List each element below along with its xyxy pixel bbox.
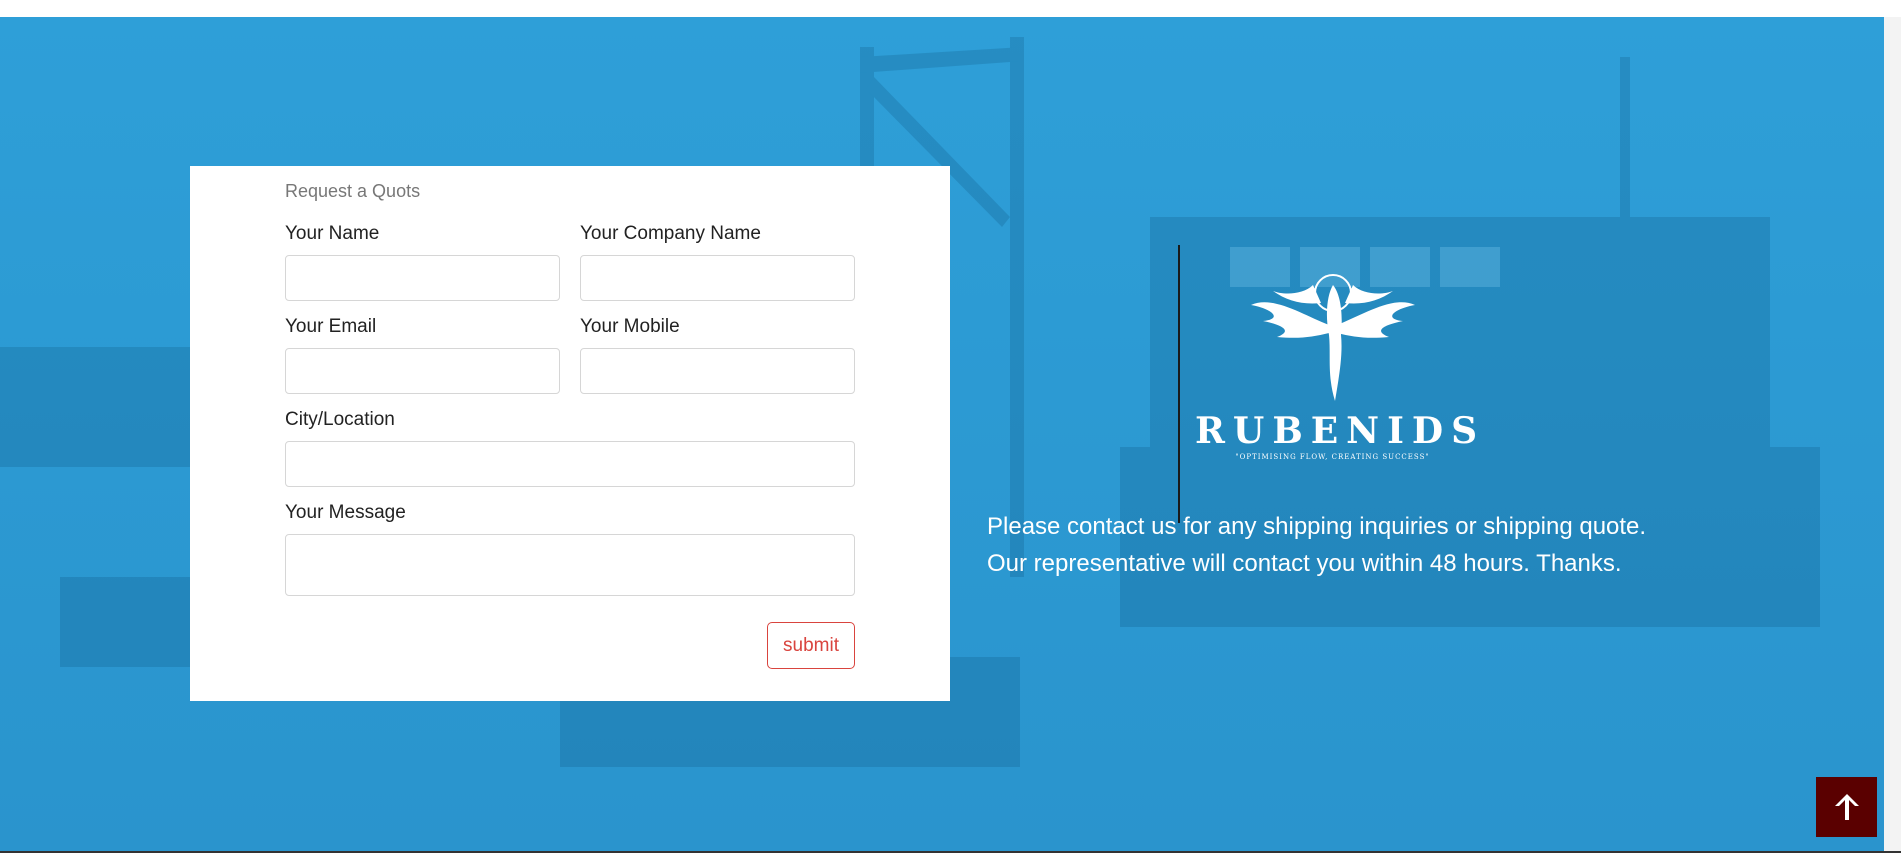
brand-logo: RUBENIDS "OPTIMISING FLOW, CREATING SUCC… xyxy=(1195,265,1486,475)
message-label: Your Message xyxy=(285,502,406,523)
form-row-name-company: Your Name Your Company Name xyxy=(285,222,855,301)
city-label: City/Location xyxy=(285,409,395,430)
name-label: Your Name xyxy=(285,223,380,244)
city-field-group: City/Location xyxy=(285,408,855,487)
company-input[interactable] xyxy=(580,255,855,301)
company-field-group: Your Company Name xyxy=(580,222,855,301)
form-row-city: City/Location xyxy=(285,408,855,487)
message-field-group: Your Message xyxy=(285,501,855,596)
email-field-group: Your Email xyxy=(285,315,560,394)
top-strip xyxy=(0,0,1901,17)
winged-phoenix-icon xyxy=(1250,274,1415,401)
arrow-up-icon xyxy=(1834,794,1859,820)
quote-form: Request a Quots Your Name Your Company N… xyxy=(285,180,855,669)
name-field-group: Your Name xyxy=(285,222,560,301)
scroll-to-top-button[interactable] xyxy=(1816,777,1877,837)
mobile-field-group: Your Mobile xyxy=(580,315,855,394)
contact-message: Please contact us for any shipping inqui… xyxy=(987,513,1647,577)
message-textarea[interactable] xyxy=(285,534,855,596)
bottom-strip xyxy=(0,851,1901,867)
company-label: Your Company Name xyxy=(580,223,761,244)
mobile-label: Your Mobile xyxy=(580,316,680,337)
form-row-email-mobile: Your Email Your Mobile xyxy=(285,315,855,394)
email-label: Your Email xyxy=(285,316,377,337)
form-row-message: Your Message xyxy=(285,501,855,596)
vertical-divider xyxy=(1178,245,1180,523)
brand-name: RUBENIDS xyxy=(1195,410,1486,452)
form-heading: Request a Quots xyxy=(285,181,421,201)
brand-tagline: "OPTIMISING FLOW, CREATING SUCCESS" xyxy=(1235,453,1430,461)
scrollbar-track[interactable] xyxy=(1884,17,1901,851)
quote-form-card: Request a Quots Your Name Your Company N… xyxy=(190,166,950,701)
name-input[interactable] xyxy=(285,255,560,301)
submit-wrap: submit xyxy=(285,622,855,669)
mobile-input[interactable] xyxy=(580,348,855,394)
city-input[interactable] xyxy=(285,441,855,487)
email-input[interactable] xyxy=(285,348,560,394)
submit-button[interactable]: submit xyxy=(767,622,855,669)
